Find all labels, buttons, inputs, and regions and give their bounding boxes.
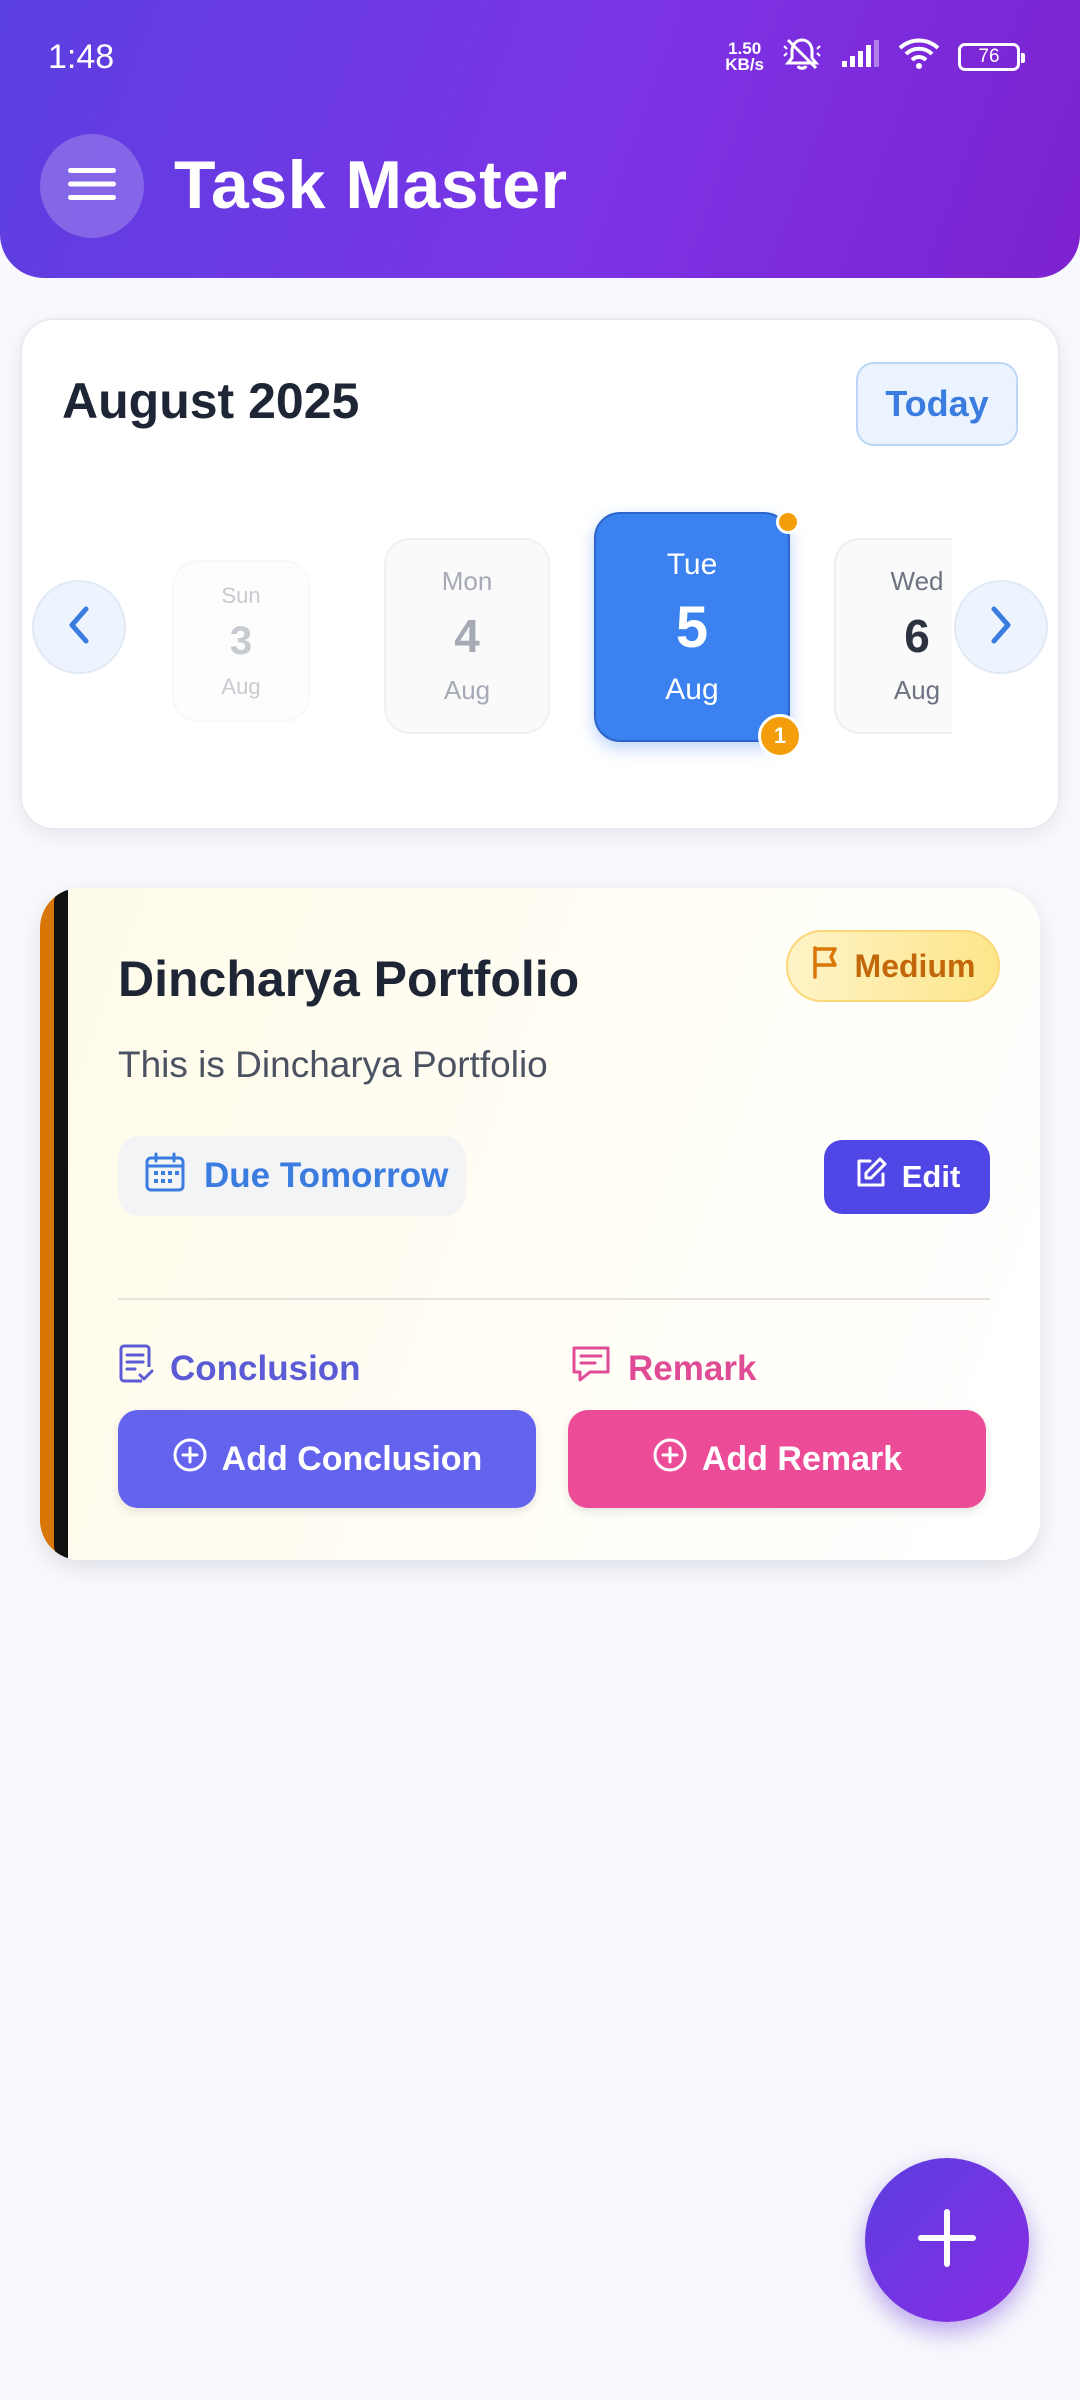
day-name: Sun	[221, 582, 261, 608]
next-day-button[interactable]	[954, 580, 1048, 674]
day-date: 6	[904, 610, 930, 662]
chevron-left-icon	[64, 605, 94, 650]
battery-level: 76	[978, 45, 1000, 67]
day-date: 3	[229, 618, 253, 663]
task-accent-stripe	[54, 888, 68, 1560]
plus-icon	[917, 2208, 977, 2273]
day-date: 4	[454, 610, 480, 662]
previous-day-button[interactable]	[32, 580, 126, 674]
add-conclusion-button[interactable]: Add Conclusion	[118, 1410, 536, 1508]
day-name: Tue	[666, 547, 718, 581]
add-task-fab[interactable]	[865, 2158, 1029, 2322]
add-remark-label: Add Remark	[701, 1439, 903, 1478]
mute-icon	[782, 36, 822, 77]
plus-circle-icon	[652, 1437, 688, 1482]
add-conclusion-label: Add Conclusion	[221, 1439, 483, 1478]
edit-icon	[854, 1156, 888, 1198]
conclusion-section-label: Conclusion	[118, 1344, 361, 1393]
comment-icon	[570, 1344, 612, 1393]
app-header: 1:48 1.50 KB/s 76 Task Master	[0, 0, 1080, 278]
task-title: Dincharya Portfolio	[118, 951, 580, 1007]
day-month: Aug	[443, 675, 491, 705]
flag-icon	[811, 945, 843, 987]
day-cell-wed[interactable]: Wed 6 Aug	[834, 538, 952, 734]
day-month: Aug	[665, 672, 719, 706]
task-description: This is Dincharya Portfolio	[118, 1044, 548, 1085]
section-divider	[118, 1298, 990, 1300]
day-name: Wed	[890, 566, 944, 596]
edit-label: Edit	[901, 1159, 961, 1194]
edit-button[interactable]: Edit	[824, 1140, 990, 1214]
calendar-card: August 2025 Today Sun 3 Aug Mon 4 Aug Tu…	[20, 318, 1060, 830]
task-count-badge: 1	[758, 714, 802, 758]
day-cell-mon[interactable]: Mon 4 Aug	[384, 538, 550, 734]
remark-label: Remark	[628, 1348, 757, 1388]
conclusion-label: Conclusion	[170, 1348, 361, 1388]
due-date-label: Due Tomorrow	[204, 1156, 449, 1195]
day-strip[interactable]: Sun 3 Aug Mon 4 Aug Tue 5 Aug 1 Wed 6 Au…	[22, 320, 952, 828]
day-date: 5	[675, 594, 709, 660]
day-cell-tue-selected[interactable]: Tue 5 Aug 1	[594, 510, 802, 758]
remark-section-label: Remark	[570, 1344, 756, 1393]
priority-badge: Medium	[786, 930, 1000, 1002]
task-card[interactable]: Dincharya Portfolio Medium This is Dinch…	[40, 888, 1040, 1560]
priority-label: Medium	[854, 947, 976, 984]
day-cell-sun[interactable]: Sun 3 Aug	[172, 560, 310, 722]
today-dot-indicator	[776, 510, 800, 534]
app-title: Task Master	[174, 147, 568, 223]
status-time: 1:48	[48, 38, 115, 76]
signal-icon	[840, 39, 880, 74]
calendar-icon	[144, 1151, 186, 1202]
status-icons: 1.50 KB/s 76	[725, 36, 1025, 77]
wifi-icon	[898, 38, 940, 75]
day-month: Aug	[893, 675, 941, 705]
chevron-right-icon	[986, 605, 1016, 650]
network-speed: 1.50 KB/s	[725, 40, 764, 74]
menu-button[interactable]	[40, 134, 144, 238]
hamburger-menu-icon	[68, 166, 116, 207]
day-name: Mon	[441, 566, 493, 596]
day-month: Aug	[221, 673, 261, 699]
battery-icon: 76	[958, 42, 1025, 71]
plus-circle-icon	[172, 1437, 208, 1482]
network-speed-unit: KB/s	[725, 54, 764, 74]
add-remark-button[interactable]: Add Remark	[568, 1410, 986, 1508]
document-check-icon	[118, 1344, 154, 1393]
due-date-chip: Due Tomorrow	[118, 1136, 466, 1216]
